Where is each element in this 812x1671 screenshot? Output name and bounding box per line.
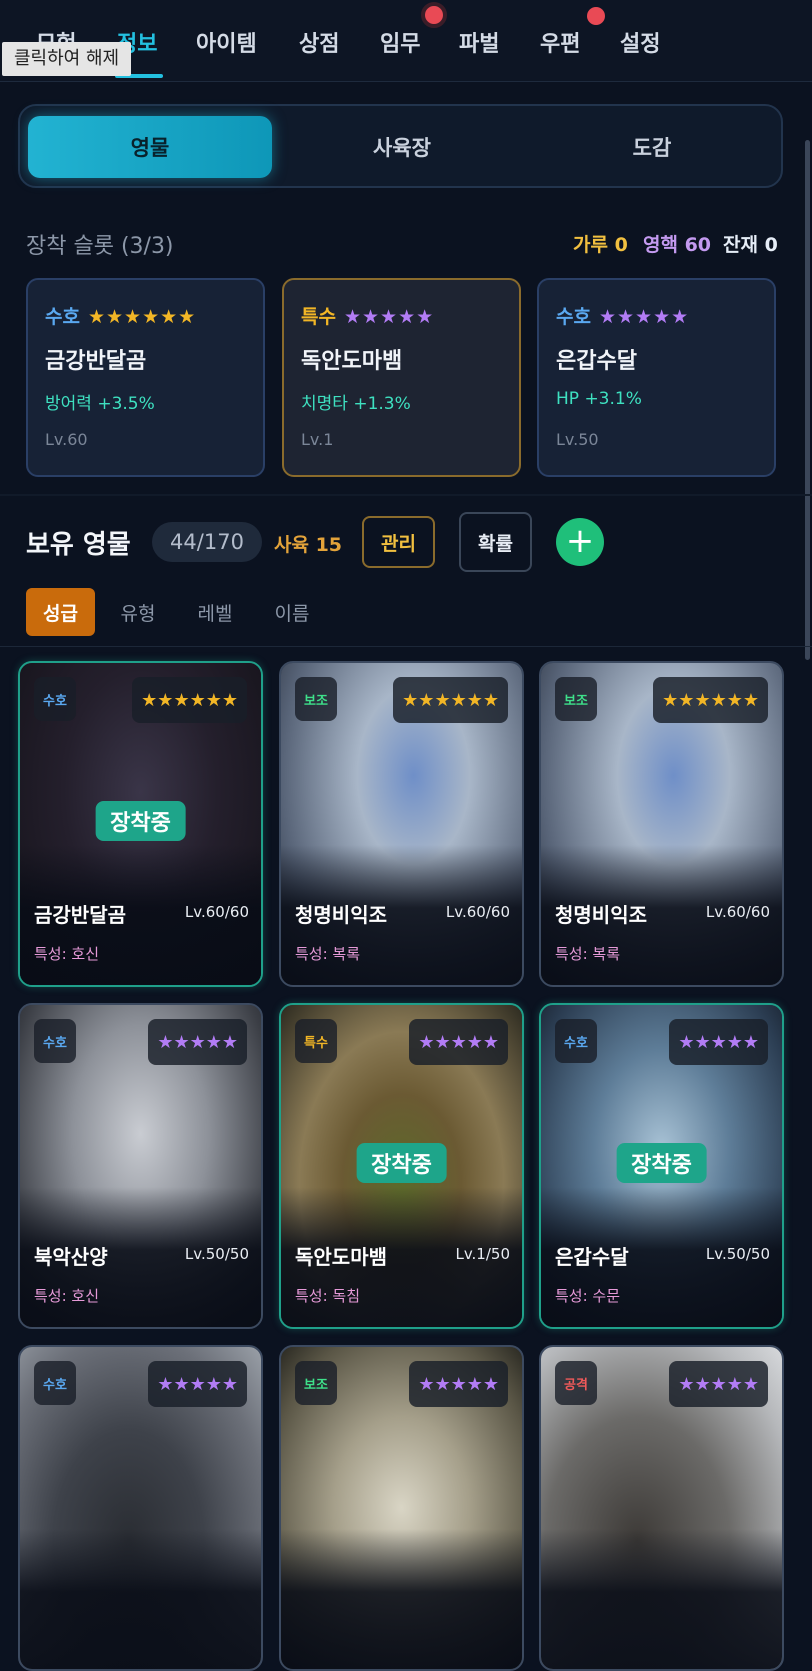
equip-slot-2[interactable]: 특수 ★★★★★ 독안도마뱀 치명타 +1.3% Lv.1 [282,278,521,477]
sort-tab-type[interactable]: 유형 [110,588,166,636]
card-trait: 특성: 복록 [555,945,621,963]
slot-type: 특수 [301,306,336,328]
sort-tab-level[interactable]: 레벨 [187,588,243,636]
card-level: Lv.1/50 [455,1245,510,1263]
card-shade [20,1529,261,1669]
card-spirit-name: 독안도마뱀 [295,1245,387,1269]
equip-slot-title: 장착 슬롯 (3/3) [26,234,174,259]
nav-tab-faction[interactable]: 파벌 [459,26,499,58]
card-trait: 특성: 수문 [555,1287,621,1305]
star-rating-icon: ★★★★★ [669,1019,768,1065]
spirit-card[interactable]: 보조 ★★★★★★ 청명비익조 Lv.60/60 특성: 복록 [539,661,784,987]
star-rating-icon: ★★★★★ [409,1361,508,1407]
card-shade [541,1529,782,1669]
card-type-badge: 특수 [295,1019,337,1063]
slot-level: Lv.60 [45,430,88,449]
spirit-card[interactable]: 보조 ★★★★★★ 청명비익조 Lv.60/60 특성: 복록 [279,661,524,987]
card-type-badge: 보조 [295,1361,337,1405]
star-rating-icon: ★★★★★★ [87,306,197,328]
quest-notification-dot [421,2,447,28]
segment-codex[interactable]: 도감 [530,116,774,178]
view-segmented-control: 영물 사육장 도감 [18,104,783,188]
slot-spirit-name: 금강반달곰 [45,349,147,374]
section-divider [0,494,812,496]
card-type-badge: 공격 [555,1361,597,1405]
card-level: Lv.50/50 [184,1245,249,1263]
star-rating-icon: ★★★★★★ [393,677,508,723]
star-rating-icon: ★★★★★★ [653,677,768,723]
slot-bonus: HP +3.1% [556,389,642,409]
slot-level: Lv.50 [556,430,599,449]
slot-type: 수호 [45,306,80,328]
card-spirit-name: 은갑수달 [555,1245,629,1269]
card-level: Lv.50/50 [705,1245,770,1263]
mail-notification-dot [587,7,605,25]
slot-bonus: 방어력 +3.5% [45,394,155,414]
card-type-badge: 수호 [34,1361,76,1405]
slot-spirit-name: 독안도마뱀 [301,349,403,374]
equipped-badge: 장착중 [616,1143,707,1183]
star-rating-icon: ★★★★★ [343,306,435,328]
spirit-card[interactable]: 수호 ★★★★★ [18,1345,263,1671]
card-spirit-name: 금강반달곰 [34,903,126,927]
card-spirit-name: 청명비익조 [555,903,647,927]
card-level: Lv.60/60 [445,903,510,921]
slot-spirit-name: 은갑수달 [556,349,637,374]
nav-tab-shop[interactable]: 상점 [299,26,339,58]
star-rating-icon: ★★★★★ [148,1361,247,1407]
card-spirit-name: 청명비익조 [295,903,387,927]
slot-type: 수호 [556,306,591,328]
card-type-badge: 보조 [295,677,337,721]
sort-tab-grade[interactable]: 성급 [26,588,95,636]
spirit-card[interactable]: 보조 ★★★★★ [279,1345,524,1671]
probability-button[interactable]: 확률 [459,512,532,572]
card-spirit-name: 북악산양 [34,1245,108,1269]
slot-bonus: 치명타 +1.3% [301,394,411,414]
card-type-badge: 수호 [555,1019,597,1063]
card-trait: 특성: 복록 [295,945,361,963]
equipped-badge: 장착중 [95,801,186,841]
equipped-badge: 장착중 [356,1143,447,1183]
sort-divider [0,646,812,647]
resource-remnant: 잔재 0 [723,234,778,256]
card-shade [281,1529,522,1669]
add-icon[interactable]: + [556,518,604,566]
slot-level: Lv.1 [301,430,334,449]
segment-spirit[interactable]: 영물 [28,116,272,178]
resource-core: 영핵 60 [643,234,712,256]
spirit-card[interactable]: 수호 ★★★★★★ 장착중금강반달곰 Lv.60/60 특성: 호신 [18,661,263,987]
equip-slot-3[interactable]: 수호 ★★★★★ 은갑수달 HP +3.1% Lv.50 [537,278,776,477]
resource-powder: 가루 0 [573,234,628,256]
equip-slot-1[interactable]: 수호 ★★★★★★ 금강반달곰 방어력 +3.5% Lv.60 [26,278,265,477]
card-type-badge: 수호 [34,1019,76,1063]
nav-tab-mail[interactable]: 우편 [540,26,580,58]
breeding-count: 사육 15 [274,534,343,556]
spirit-card[interactable]: 공격 ★★★★★ [539,1345,784,1671]
card-level: Lv.60/60 [705,903,770,921]
manage-button[interactable]: 관리 [362,516,435,568]
sort-tab-name[interactable]: 이름 [264,588,320,636]
card-trait: 특성: 호신 [34,945,100,963]
card-trait: 특성: 호신 [34,1287,100,1305]
spirit-card[interactable]: 수호 ★★★★★ 북악산양 Lv.50/50 특성: 호신 [18,1003,263,1329]
dismiss-tooltip[interactable]: 클릭하여 해제 [2,42,132,76]
nav-tab-items[interactable]: 아이템 [196,26,257,58]
star-rating-icon: ★★★★★ [598,306,690,328]
owned-title: 보유 영물 [26,530,131,560]
star-rating-icon: ★★★★★ [148,1019,247,1065]
segment-breeding[interactable]: 사육장 [280,116,524,178]
scrollbar[interactable] [805,140,810,660]
card-type-badge: 보조 [555,677,597,721]
nav-tab-settings[interactable]: 설정 [620,26,660,58]
star-rating-icon: ★★★★★★ [132,677,247,723]
card-type-badge: 수호 [34,677,76,721]
card-trait: 특성: 독침 [295,1287,361,1305]
spirit-card[interactable]: 수호 ★★★★★ 장착중은갑수달 Lv.50/50 특성: 수문 [539,1003,784,1329]
card-level: Lv.60/60 [184,903,249,921]
nav-tab-quests[interactable]: 임무 [380,26,420,58]
star-rating-icon: ★★★★★ [409,1019,508,1065]
star-rating-icon: ★★★★★ [669,1361,768,1407]
owned-count-badge: 44/170 [152,522,262,562]
spirit-card[interactable]: 특수 ★★★★★ 장착중독안도마뱀 Lv.1/50 특성: 독침 [279,1003,524,1329]
